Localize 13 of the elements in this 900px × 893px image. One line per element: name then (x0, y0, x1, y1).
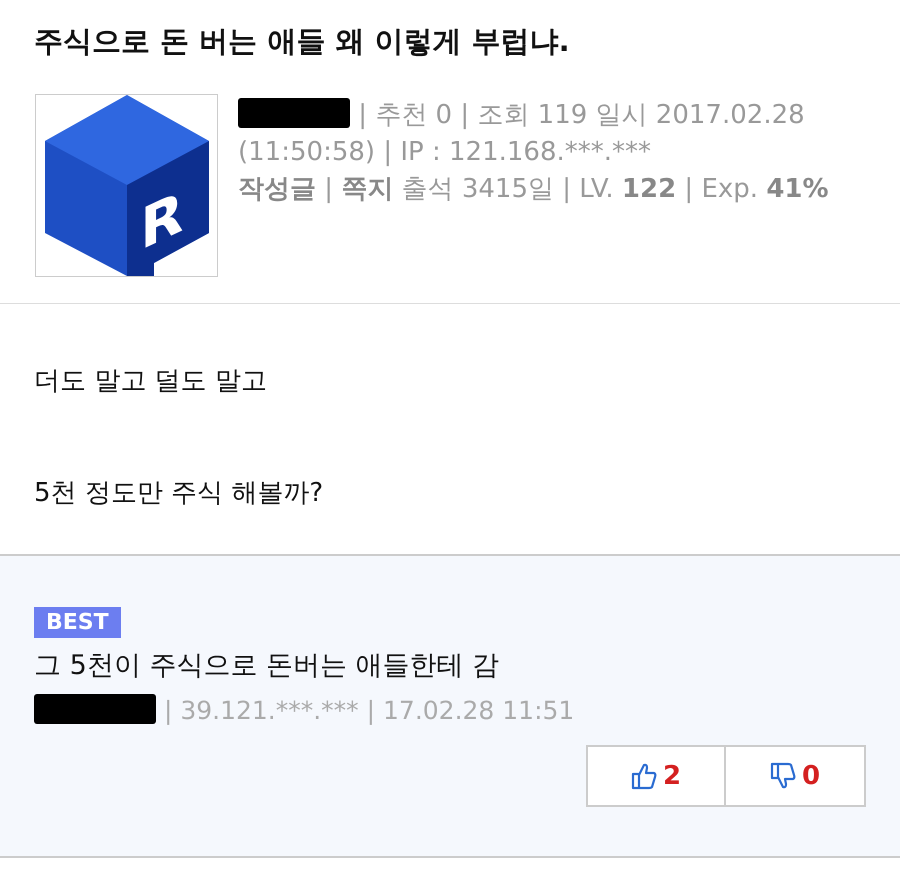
comment-text: 그 5천이 주식으로 돈버는 애들한테 감 (34, 649, 500, 683)
thumbs-down-icon (770, 762, 796, 790)
body-text: 5천 정도만 주식 해볼까? (34, 477, 324, 510)
best-badge: BEST (34, 607, 121, 638)
author-meta: | 추천 0 | 조회 119 일시 2017.02.28 (11:50:58) | IP : 121.168.***.*** (238, 97, 806, 169)
post-title: 주식으로 돈 버는 애들 왜 이렇게 부럽냐. (33, 23, 571, 60)
member-info: 작성글 | 쪽지 출석 3415일 | LV. 122 | Exp. 41% (238, 173, 830, 206)
thumbs-up-icon (630, 762, 657, 790)
body-text: 더도 말고 덜도 말고 (34, 365, 268, 398)
downvote-button[interactable]: 0 (726, 745, 866, 807)
comment-meta: | 39.121.***.*** | 17.02.28 11:51 (162, 696, 574, 725)
upvote-button[interactable]: 2 (586, 745, 726, 807)
logo-letter: R (140, 178, 184, 264)
